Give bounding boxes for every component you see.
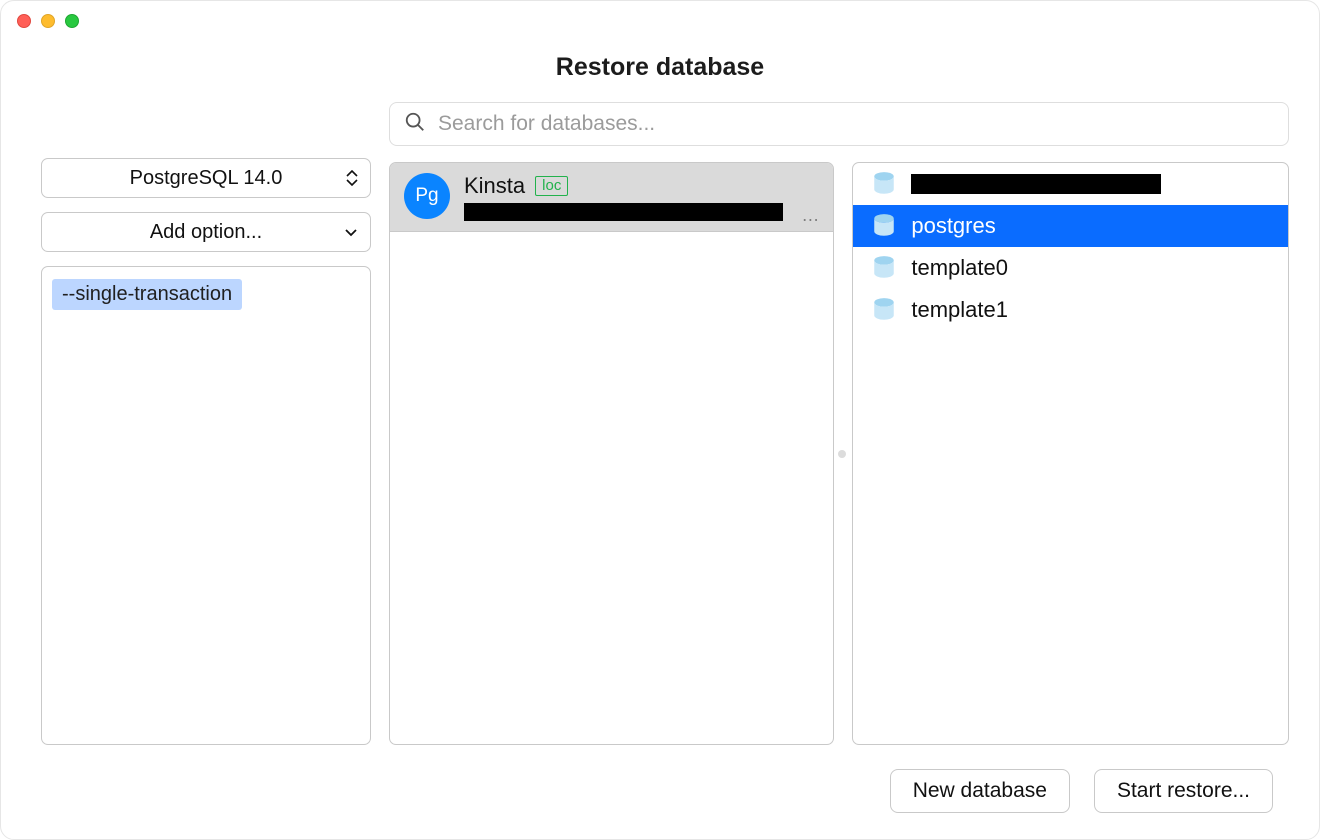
database-item[interactable]: template1 [853,289,1288,331]
server-meta: Kinsta loc [464,173,783,221]
truncation-indicator: … [797,209,819,221]
search-icon [404,111,426,138]
server-host-redacted [464,203,783,221]
databases-panel: postgres template0 t [852,162,1289,745]
database-item[interactable] [853,163,1288,205]
minimize-window-button[interactable] [41,14,55,28]
button-label: New database [913,779,1047,803]
option-pill[interactable]: --single-transaction [52,279,242,310]
database-icon [871,255,897,281]
server-item[interactable]: Pg Kinsta loc … [390,163,833,232]
database-search[interactable] [389,102,1289,146]
dialog-window: Restore database PostgreSQL 14.0 Add opt… [0,0,1320,840]
database-name: template1 [911,297,1008,323]
browser-panels: Pg Kinsta loc … [389,162,1289,745]
database-name: template0 [911,255,1008,281]
chevron-down-icon [344,225,358,239]
browser-column: Pg Kinsta loc … [389,102,1289,745]
options-list: --single-transaction [41,266,371,745]
pg-version-select[interactable]: PostgreSQL 14.0 [41,158,371,198]
database-icon [871,171,897,197]
zoom-window-button[interactable] [65,14,79,28]
dialog-footer: New database Start restore... [1,755,1319,839]
server-name: Kinsta [464,173,525,199]
search-input[interactable] [438,112,1274,136]
database-icon [871,297,897,323]
options-column: PostgreSQL 14.0 Add option... --single-t… [41,102,371,745]
start-restore-button[interactable]: Start restore... [1094,769,1273,813]
database-icon [871,213,897,239]
add-option-label: Add option... [150,221,262,244]
close-window-button[interactable] [17,14,31,28]
database-item[interactable]: template0 [853,247,1288,289]
database-item-selected[interactable]: postgres [853,205,1288,247]
pane-resize-handle[interactable] [838,450,846,458]
button-label: Start restore... [1117,779,1250,803]
database-name-redacted [911,174,1161,194]
window-titlebar [1,1,1319,41]
add-option-select[interactable]: Add option... [41,212,371,252]
updown-icon [346,170,358,186]
dialog-title: Restore database [1,53,1319,82]
postgres-badge-icon: Pg [404,173,450,219]
new-database-button[interactable]: New database [890,769,1070,813]
window-controls [17,14,79,28]
database-name: postgres [911,213,995,239]
dialog-content: PostgreSQL 14.0 Add option... --single-t… [1,82,1319,755]
pg-version-label: PostgreSQL 14.0 [130,167,283,190]
servers-panel: Pg Kinsta loc … [389,162,834,745]
server-location-tag: loc [535,176,568,196]
